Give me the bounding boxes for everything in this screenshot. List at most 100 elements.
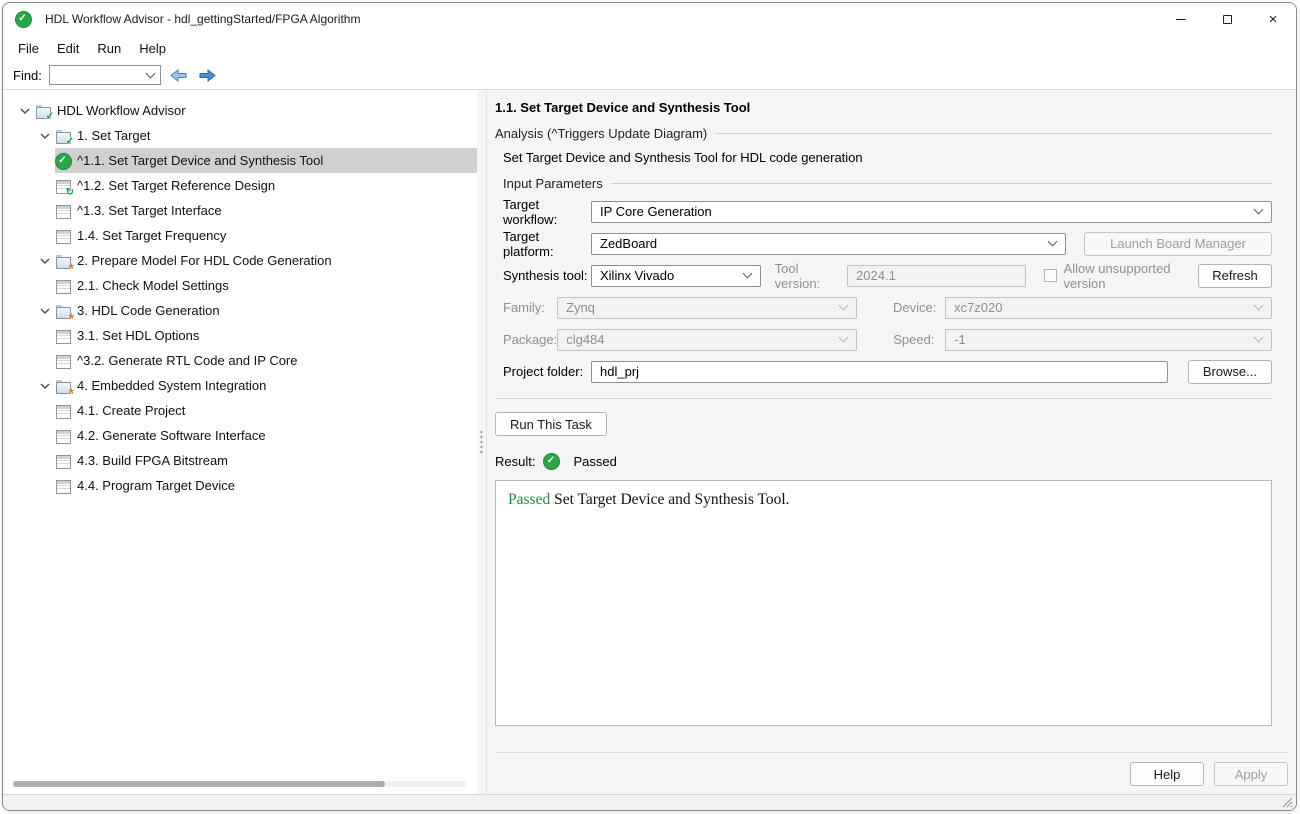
speed-select: -1 — [945, 329, 1272, 351]
project-folder-input[interactable] — [591, 361, 1168, 383]
task-title: 1.1. Set Target Device and Synthesis Too… — [495, 100, 1272, 115]
tree-item[interactable]: 3.1. Set HDL Options — [55, 323, 477, 348]
splitter-grip-icon — [480, 429, 483, 455]
menu-edit[interactable]: Edit — [48, 38, 88, 59]
tree-item[interactable]: 4. Embedded System Integration — [35, 373, 477, 398]
task-description: Set Target Device and Synthesis Tool for… — [503, 150, 1272, 165]
tree-item-label: 4.1. Create Project — [77, 403, 185, 418]
find-toolbar: Find: — [3, 61, 1296, 90]
tree-item-label: 4.4. Program Target Device — [77, 478, 235, 493]
synthesis-tool-value: Xilinx Vivado — [600, 268, 736, 283]
tree-item-label: ^1.1. Set Target Device and Synthesis To… — [77, 153, 323, 168]
report-message: Set Target Device and Synthesis Tool. — [554, 491, 789, 508]
target-platform-select[interactable]: ZedBoard — [591, 233, 1066, 255]
menu-help[interactable]: Help — [130, 38, 175, 59]
maximize-button[interactable] — [1204, 3, 1250, 35]
tree-item-label: 3. HDL Code Generation — [77, 303, 220, 318]
chevron-down-icon[interactable] — [35, 383, 55, 389]
panel-splitter[interactable] — [477, 90, 486, 794]
task-icon — [55, 278, 71, 294]
analysis-group-header: Analysis (^Triggers Update Diagram) — [495, 126, 1272, 141]
status-bar — [3, 794, 1296, 810]
advisor-icon — [35, 103, 51, 119]
window-title: HDL Workflow Advisor - hdl_gettingStarte… — [45, 12, 360, 26]
tree-item[interactable]: 4.1. Create Project — [55, 398, 477, 423]
menu-run[interactable]: Run — [88, 38, 130, 59]
tree-item[interactable]: ^3.2. Generate RTL Code and IP Core — [55, 348, 477, 373]
menu-file[interactable]: File — [9, 38, 48, 59]
device-value: xc7z020 — [954, 300, 1247, 315]
find-back-button[interactable] — [168, 65, 190, 85]
chevron-down-icon[interactable] — [35, 308, 55, 314]
task-icon — [55, 453, 71, 469]
tree-item[interactable]: 4.4. Program Target Device — [55, 473, 477, 498]
refresh-button[interactable]: Refresh — [1198, 264, 1272, 288]
chevron-down-icon[interactable] — [15, 108, 35, 114]
chevron-down-icon — [1254, 333, 1264, 343]
device-select: xc7z020 — [945, 297, 1272, 319]
close-button[interactable]: × — [1250, 3, 1296, 35]
folder-check-icon — [55, 128, 71, 144]
find-combobox[interactable] — [49, 65, 161, 85]
target-workflow-label: Target workflow: — [503, 197, 591, 227]
task-icon — [55, 403, 71, 419]
hdl-workflow-advisor-window: HDL Workflow Advisor - hdl_gettingStarte… — [2, 2, 1297, 811]
task-panel: 1.1. Set Target Device and Synthesis Too… — [486, 90, 1296, 794]
folder-gear-icon — [55, 253, 71, 269]
tree-item[interactable]: 4.3. Build FPGA Bitstream — [55, 448, 477, 473]
result-status: Passed — [573, 454, 616, 469]
minimize-icon — [1176, 19, 1186, 20]
chevron-down-icon — [145, 68, 155, 78]
tool-version-value: 2024.1 — [856, 268, 896, 283]
tree-item[interactable]: 1. Set Target — [35, 123, 477, 148]
menubar: File Edit Run Help — [3, 35, 1296, 61]
task-icon — [55, 353, 71, 369]
speed-label: Speed: — [893, 332, 945, 347]
speed-value: -1 — [954, 332, 1247, 347]
chevron-down-icon — [1048, 237, 1058, 247]
passed-icon — [55, 153, 71, 169]
tree-item[interactable]: 2. Prepare Model For HDL Code Generation — [35, 248, 477, 273]
tree-item[interactable]: ^1.1. Set Target Device and Synthesis To… — [55, 148, 477, 173]
section-divider — [495, 398, 1272, 399]
target-workflow-select[interactable]: IP Core Generation — [591, 201, 1272, 223]
tree-horizontal-scrollbar[interactable] — [13, 781, 467, 787]
tree-item[interactable]: 3. HDL Code Generation — [35, 298, 477, 323]
tree-item[interactable]: 2.1. Check Model Settings — [55, 273, 477, 298]
scrollbar-thumb[interactable] — [13, 781, 385, 787]
chevron-down-icon[interactable] — [35, 133, 55, 139]
tree-item[interactable]: ^1.3. Set Target Interface — [55, 198, 477, 223]
tree-item[interactable]: HDL Workflow Advisor — [15, 98, 477, 123]
browse-button[interactable]: Browse... — [1188, 360, 1272, 384]
tree-item[interactable]: ^1.2. Set Target Reference Design — [55, 173, 477, 198]
target-platform-label: Target platform: — [503, 229, 591, 259]
package-speed-row: Package: clg484 Speed: -1 — [503, 328, 1272, 351]
apply-button: Apply — [1214, 762, 1288, 786]
find-input[interactable] — [55, 67, 139, 83]
tree-item[interactable]: 1.4. Set Target Frequency — [55, 223, 477, 248]
tree-item-label: 4.3. Build FPGA Bitstream — [77, 453, 228, 468]
target-platform-row: Target platform: ZedBoard Launch Board M… — [503, 232, 1272, 255]
target-workflow-row: Target workflow: IP Core Generation — [503, 200, 1272, 223]
run-this-task-button[interactable]: Run This Task — [495, 412, 607, 436]
tree-item-label: ^1.2. Set Target Reference Design — [77, 178, 275, 193]
help-button[interactable]: Help — [1130, 762, 1204, 786]
close-icon: × — [1269, 12, 1278, 27]
launch-board-manager-button: Launch Board Manager — [1084, 232, 1272, 256]
group-rule — [611, 183, 1272, 184]
app-icon — [15, 11, 31, 27]
chevron-down-icon[interactable] — [35, 258, 55, 264]
resize-grip[interactable] — [1282, 797, 1293, 808]
analysis-group-label: Analysis (^Triggers Update Diagram) — [495, 126, 707, 141]
tree-item[interactable]: 4.2. Generate Software Interface — [55, 423, 477, 448]
report-status: Passed — [508, 491, 550, 508]
folder-gear-icon — [55, 303, 71, 319]
minimize-button[interactable] — [1158, 3, 1204, 35]
synthesis-tool-select[interactable]: Xilinx Vivado — [591, 265, 761, 287]
tree-item-label: 4. Embedded System Integration — [77, 378, 266, 393]
task-icon — [55, 328, 71, 344]
tree-item-label: HDL Workflow Advisor — [57, 103, 186, 118]
chevron-down-icon — [742, 269, 752, 279]
find-forward-button[interactable] — [197, 65, 219, 85]
task-icon — [55, 478, 71, 494]
